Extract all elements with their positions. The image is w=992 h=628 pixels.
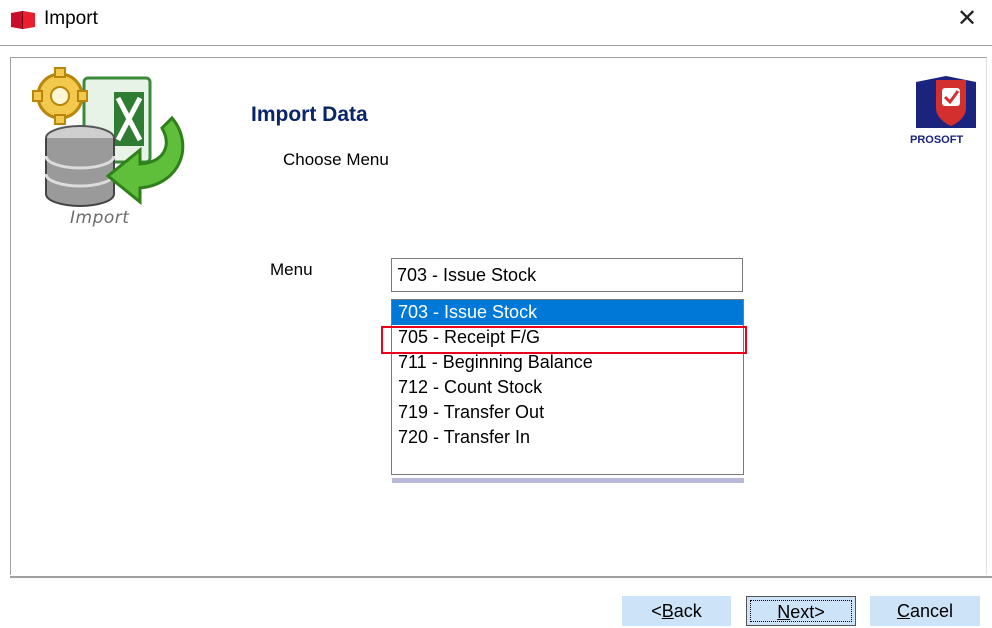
menu-selected-value: 703 - Issue Stock — [397, 265, 537, 285]
dropdown-bottom-edge — [392, 478, 744, 483]
brand-name: PROSOFT — [910, 134, 964, 146]
title-separator — [0, 45, 992, 47]
window-title: Import — [44, 8, 98, 29]
menu-label: Menu — [270, 260, 313, 279]
back-button-rest: ack — [673, 601, 702, 621]
cancel-button-accel: C — [896, 601, 910, 621]
cancel-button[interactable]: Cancel — [870, 596, 980, 626]
import-logo-label: Import — [70, 208, 130, 228]
menu-option-719[interactable]: 719 - Transfer Out — [392, 400, 743, 425]
next-button-focus: Next> — [750, 600, 852, 622]
menu-combobox[interactable]: 703 - Issue Stock — [391, 258, 743, 292]
back-button-prefix: < — [651, 601, 662, 621]
menu-option-703[interactable]: 703 - Issue Stock — [392, 300, 743, 325]
back-button[interactable]: <Back — [622, 596, 731, 626]
next-button-rest: ext> — [790, 602, 825, 622]
next-button-accel: N — [777, 602, 791, 622]
page-title: Import Data — [251, 103, 368, 126]
footer-separator — [10, 576, 992, 578]
prosoft-logo: PROSOFT — [906, 74, 988, 146]
title-bar: Import ✕ — [0, 0, 992, 40]
prosoft-shield-icon — [916, 76, 976, 128]
menu-option-711[interactable]: 711 - Beginning Balance — [392, 350, 743, 375]
menu-dropdown-list[interactable]: 703 - Issue Stock 705 - Receipt F/G 711 … — [391, 299, 744, 475]
book-icon — [11, 11, 35, 29]
next-button[interactable]: Next> — [746, 596, 856, 626]
back-button-accel: B — [661, 601, 674, 621]
cancel-button-rest: ancel — [909, 601, 954, 621]
page-subtitle: Choose Menu — [283, 150, 389, 169]
menu-option-720[interactable]: 720 - Transfer In — [392, 425, 743, 450]
menu-option-712[interactable]: 712 - Count Stock — [392, 375, 743, 400]
import-database-icon — [32, 67, 185, 207]
menu-option-705[interactable]: 705 - Receipt F/G — [392, 325, 743, 350]
close-icon[interactable]: ✕ — [952, 4, 982, 34]
